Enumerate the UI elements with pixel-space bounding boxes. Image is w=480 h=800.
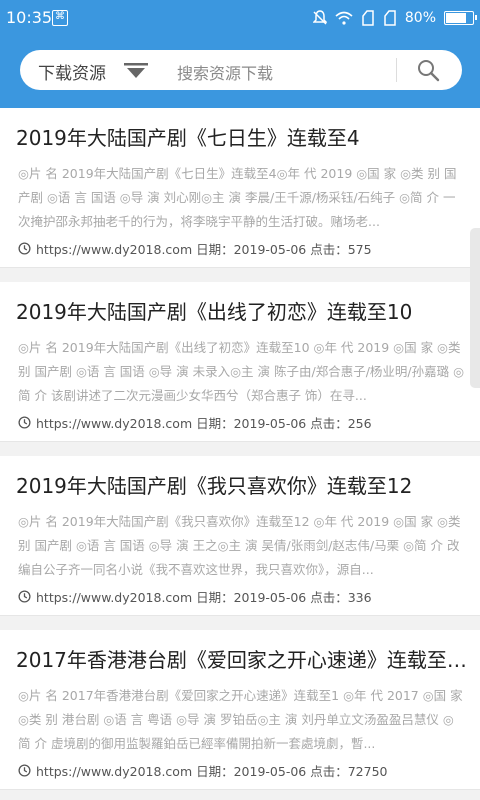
item-description: ◎片 名 2019年大陆国产剧《出线了初恋》连载至10 ◎年 代 2019 ◎国… (18, 340, 464, 403)
battery-percent: 80% (404, 10, 436, 26)
item-meta: https://www.dy2018.com 日期：2019-05-06 点击：… (18, 239, 372, 257)
clock-icon (18, 415, 31, 429)
mute-bell-icon (312, 10, 327, 25)
list-item[interactable]: 2019年大陆国产剧《出线了初恋》连载至10 ◎片 名 2019年大陆国产剧《出… (0, 282, 480, 442)
status-time: 10:35 (6, 8, 53, 27)
list-item[interactable]: 2017年香港港台剧《爱回家之开心速递》连载至5... ◎片 名 2017年香港… (0, 630, 480, 790)
item-title[interactable]: 2019年大陆国产剧《我只喜欢你》连载至12 (16, 470, 471, 499)
item-meta: https://www.dy2018.com 日期：2019-05-06 点击：… (18, 761, 387, 779)
item-meta-text: https://www.dy2018.com 日期：2019-05-06 点击：… (36, 763, 388, 779)
wifi-icon (335, 11, 353, 25)
notification-icon: ⌘ (52, 10, 68, 26)
search-icon[interactable] (416, 58, 440, 82)
scrollbar[interactable] (470, 228, 480, 388)
search-divider (396, 58, 397, 82)
item-title[interactable]: 2019年大陆国产剧《七日生》连载至4 (16, 122, 471, 151)
item-meta: https://www.dy2018.com 日期：2019-05-06 点击：… (18, 413, 372, 431)
status-bar: 10:35 ⌘ 80% (0, 0, 480, 36)
list-item[interactable]: 2019年大陆国产剧《我只喜欢你》连载至12 ◎片 名 2019年大陆国产剧《我… (0, 456, 480, 616)
item-description: ◎片 名 2019年大陆国产剧《我只喜欢你》连载至12 ◎年 代 2019 ◎国… (18, 514, 461, 577)
item-title[interactable]: 2019年大陆国产剧《出线了初恋》连载至10 (16, 296, 471, 325)
battery-icon (444, 11, 477, 25)
status-icons: 80% (312, 8, 477, 28)
item-meta-text: https://www.dy2018.com 日期：2019-05-06 点击：… (36, 589, 372, 605)
resource-list: 2019年大陆国产剧《七日生》连载至4 ◎片 名 2019年大陆国产剧《七日生》… (0, 108, 480, 800)
list-item[interactable]: 2019年大陆国产剧《七日生》连载至4 ◎片 名 2019年大陆国产剧《七日生》… (0, 108, 480, 268)
item-meta: https://www.dy2018.com 日期：2019-05-06 点击：… (18, 587, 372, 605)
app-header: 10:35 ⌘ 80% 下载资源 搜索资源下载 (0, 0, 480, 108)
item-description: ◎片 名 2017年香港港台剧《爱回家之开心速递》连载至1 ◎年 代 2017 … (18, 688, 463, 751)
clock-icon (18, 589, 31, 603)
sim1-signal-icon (362, 10, 374, 26)
battery-fill (446, 13, 466, 23)
search-input[interactable]: 搜索资源下载 (177, 60, 273, 84)
item-meta-text: https://www.dy2018.com 日期：2019-05-06 点击：… (36, 241, 372, 257)
dropdown-menu-icon[interactable] (124, 62, 148, 80)
clock-icon (18, 763, 31, 777)
item-description: ◎片 名 2019年大陆国产剧《七日生》连载至4◎年 代 2019 ◎国 家 ◎… (18, 166, 457, 229)
item-meta-text: https://www.dy2018.com 日期：2019-05-06 点击：… (36, 415, 372, 431)
search-bar: 下载资源 搜索资源下载 (20, 50, 462, 90)
item-title[interactable]: 2017年香港港台剧《爱回家之开心速递》连载至5... (16, 644, 471, 673)
clock-icon (18, 241, 31, 255)
sim2-signal-icon (384, 10, 396, 26)
source-selector-label[interactable]: 下载资源 (38, 59, 106, 84)
